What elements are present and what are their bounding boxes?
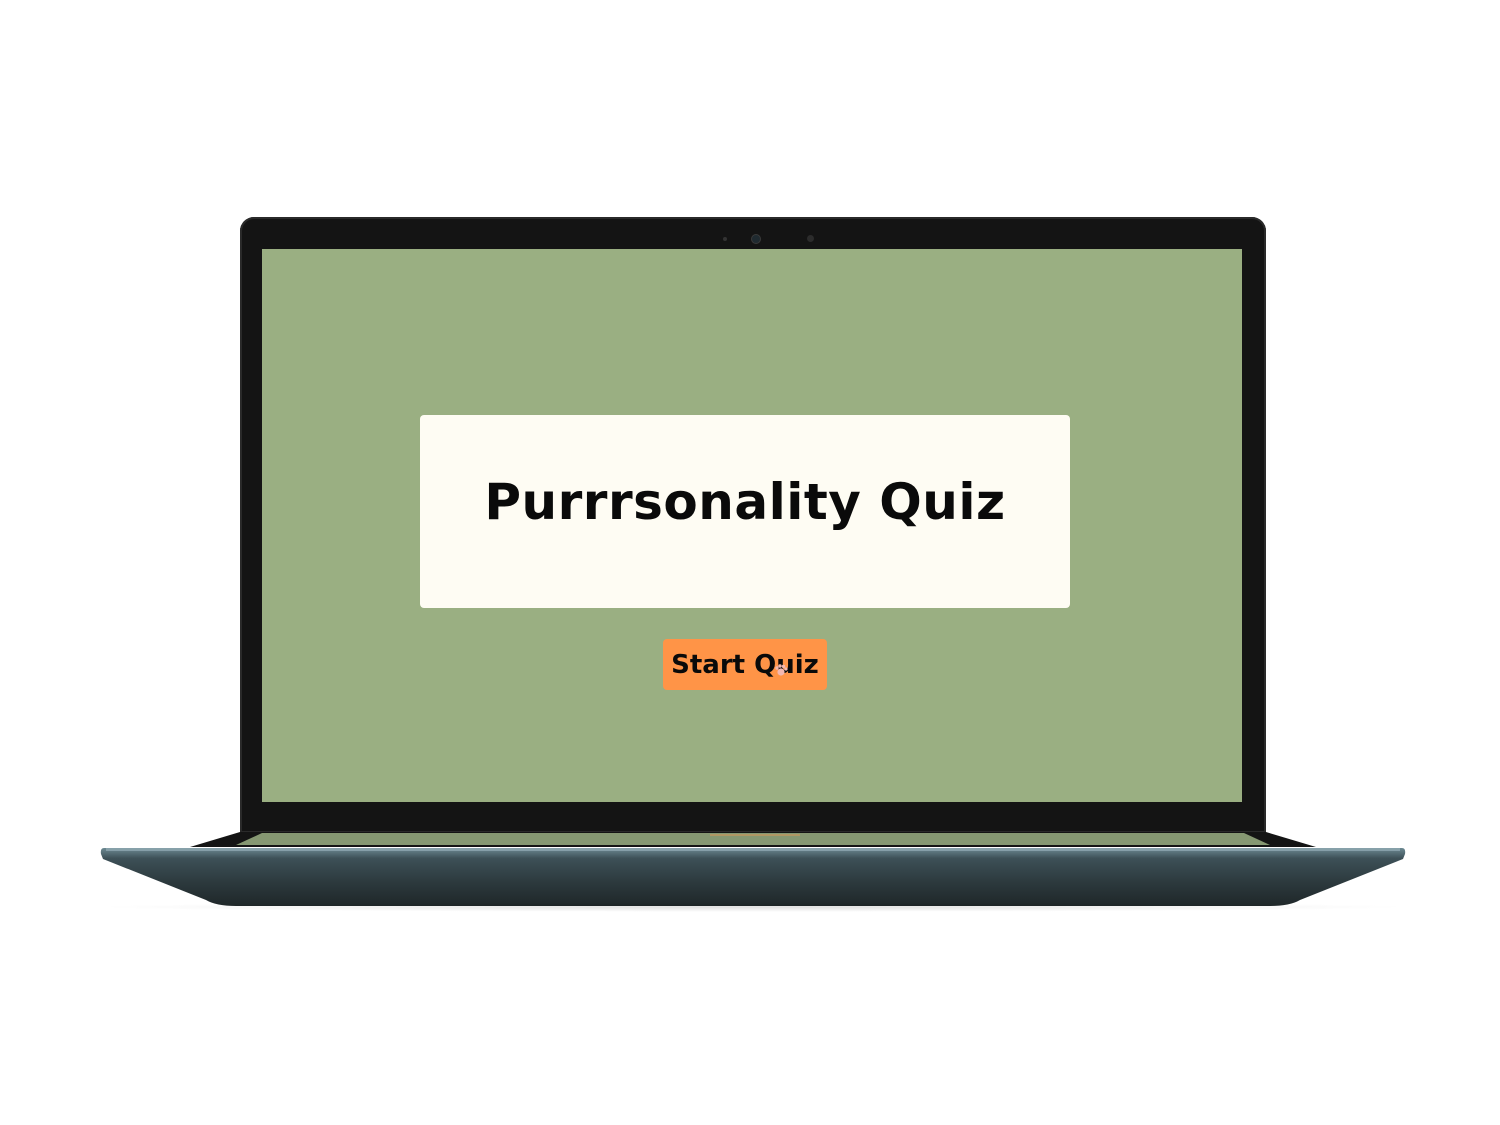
title-card: Purrrsonality Quiz xyxy=(420,415,1070,608)
ambient-sensor-icon xyxy=(723,237,727,241)
base-shadow xyxy=(90,902,1416,912)
camera-bar xyxy=(240,231,1266,247)
ir-sensor-icon xyxy=(807,235,814,242)
start-quiz-button[interactable]: Start Quiz xyxy=(663,639,827,690)
laptop-hinge xyxy=(190,832,1316,847)
page-title: Purrrsonality Quiz xyxy=(484,472,1006,531)
device-mockup: Purrrsonality Quiz Start Quiz xyxy=(0,0,1500,1125)
paw-cursor-icon xyxy=(775,664,788,676)
laptop-base xyxy=(100,848,1406,906)
webcam-icon xyxy=(752,235,760,243)
app-screen: Purrrsonality Quiz Start Quiz xyxy=(262,249,1242,802)
